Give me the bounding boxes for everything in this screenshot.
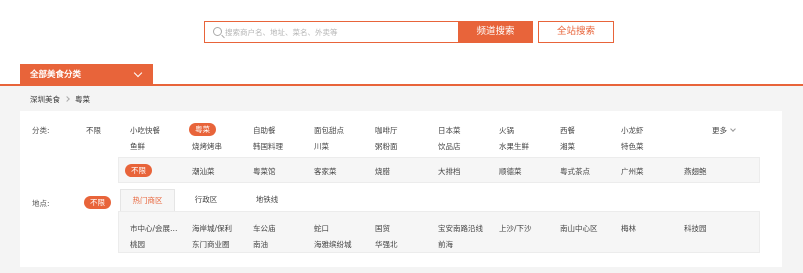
search-icon [213,27,222,36]
location-option[interactable]: 华强北 [375,239,398,250]
category-option[interactable]: 日本菜 [438,125,461,136]
location-option[interactable]: 海雅缤纷城 [314,239,352,250]
location-option[interactable]: 科技园 [684,223,707,234]
category-option[interactable]: 水果生鲜 [499,141,529,152]
location-option[interactable]: 宝安南路沿线 [438,223,483,234]
location-option[interactable]: 桃园 [130,239,145,250]
subcategory-option[interactable]: 顺德菜 [499,166,522,177]
chevron-right-icon [64,96,70,102]
category-option[interactable]: 烧烤烤串 [192,141,222,152]
filter-panel: 分类: 不限 小吃快餐 粤菜 自助餐 面包甜点 咖啡厅 日本菜 火锅 西餐 小龙… [20,111,782,267]
subcategory-option[interactable]: 燕翅鲍 [684,166,707,177]
location-option[interactable]: 东门商业圈 [192,239,230,250]
category-option-selected[interactable]: 粤菜 [189,123,216,136]
category-option[interactable]: 特色菜 [621,141,644,152]
location-any-selected[interactable]: 不限 [84,196,111,209]
subcategory-option[interactable]: 烧腊 [375,166,390,177]
subcategory-option[interactable]: 大排档 [438,166,461,177]
category-navbar: 全部美食分类 [0,58,803,86]
category-option[interactable]: 韩国料理 [253,141,283,152]
location-option[interactable]: 海岸城/保利 [192,223,232,234]
chevron-down-icon [133,68,143,78]
chevron-down-icon [730,126,736,132]
subcategory-any-selected[interactable]: 不限 [125,164,152,177]
category-option[interactable]: 咖啡厅 [375,125,398,136]
location-option[interactable]: 车公庙 [253,223,276,234]
location-option[interactable]: 国贸 [375,223,390,234]
location-option[interactable]: 市中心/会展… [130,223,178,234]
tab-admin-districts[interactable]: 行政区 [181,189,231,211]
breadcrumb-current: 粤菜 [75,95,90,104]
category-filter-label: 分类: [32,126,50,135]
category-option[interactable]: 自助餐 [253,125,276,136]
tab-metro-lines[interactable]: 地铁线 [242,189,292,211]
subcategory-option[interactable]: 粤式茶点 [560,166,590,177]
breadcrumb-root[interactable]: 深圳美食 [30,95,60,104]
subcategory-option[interactable]: 潮汕菜 [192,166,215,177]
location-option[interactable]: 前海 [438,239,453,250]
more-label: 更多 [712,126,727,135]
category-option[interactable]: 西餐 [560,125,575,136]
all-food-categories-dropdown[interactable]: 全部美食分类 [20,64,153,86]
breadcrumb: 深圳美食 粤菜 [30,94,90,105]
tab-hot-districts[interactable]: 热门商区 [120,189,175,211]
more-categories-toggle[interactable]: 更多 [712,125,736,136]
location-option[interactable]: 上沙/下沙 [499,223,532,234]
subcategory-option[interactable]: 粤菜馆 [253,166,276,177]
category-option[interactable]: 饮品店 [438,141,461,152]
category-option[interactable]: 小龙虾 [621,125,644,136]
category-option[interactable]: 火锅 [499,125,514,136]
location-option[interactable]: 南山中心区 [560,223,598,234]
search-box[interactable] [204,21,458,43]
location-option[interactable]: 蛇口 [314,223,329,234]
category-option[interactable]: 面包甜点 [314,125,344,136]
category-option[interactable]: 川菜 [314,141,329,152]
location-option[interactable]: 梅林 [621,223,636,234]
search-input[interactable] [225,25,455,39]
category-option[interactable]: 小吃快餐 [130,125,160,136]
location-filter-label: 地点: [32,199,50,208]
top-search-bar: 频道搜索 全站搜索 [0,0,803,58]
site-search-button[interactable]: 全站搜索 [538,21,614,43]
category-any[interactable]: 不限 [86,125,101,136]
subcategory-option[interactable]: 广州菜 [621,166,644,177]
location-option[interactable]: 南油 [253,239,268,250]
all-food-categories-label: 全部美食分类 [30,70,82,80]
channel-search-button[interactable]: 频道搜索 [458,21,533,43]
category-option[interactable]: 湘菜 [560,141,575,152]
category-option[interactable]: 鱼鲜 [130,141,145,152]
subcategory-option[interactable]: 客家菜 [314,166,337,177]
category-option[interactable]: 粥粉面 [375,141,398,152]
